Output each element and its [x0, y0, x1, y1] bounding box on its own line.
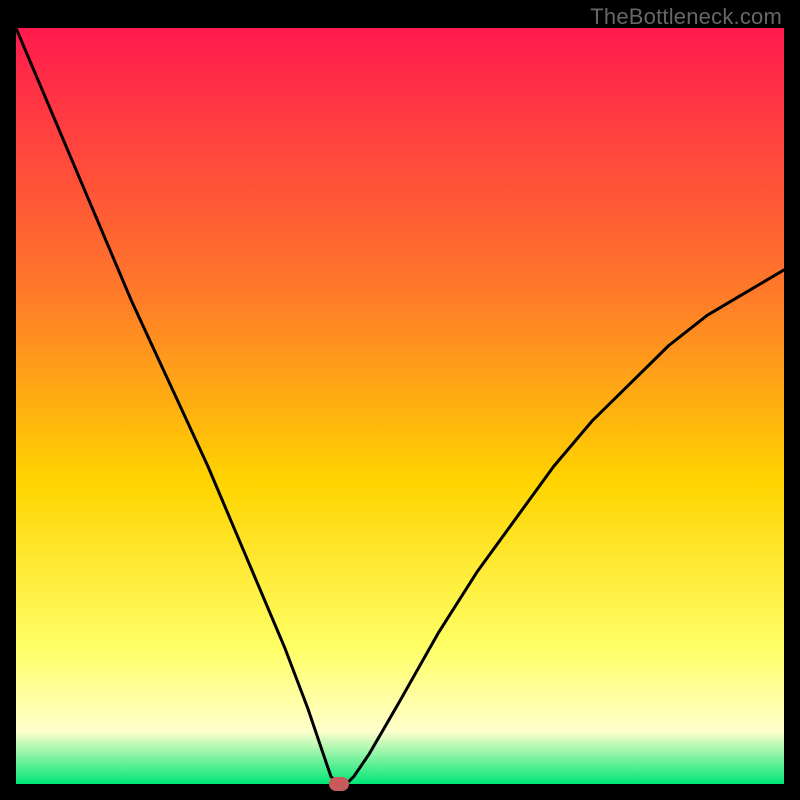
chart-frame	[16, 28, 784, 784]
gradient-background	[16, 28, 784, 784]
watermark-text: TheBottleneck.com	[590, 4, 782, 30]
optimal-marker	[329, 777, 349, 791]
bottleneck-chart	[16, 28, 784, 784]
